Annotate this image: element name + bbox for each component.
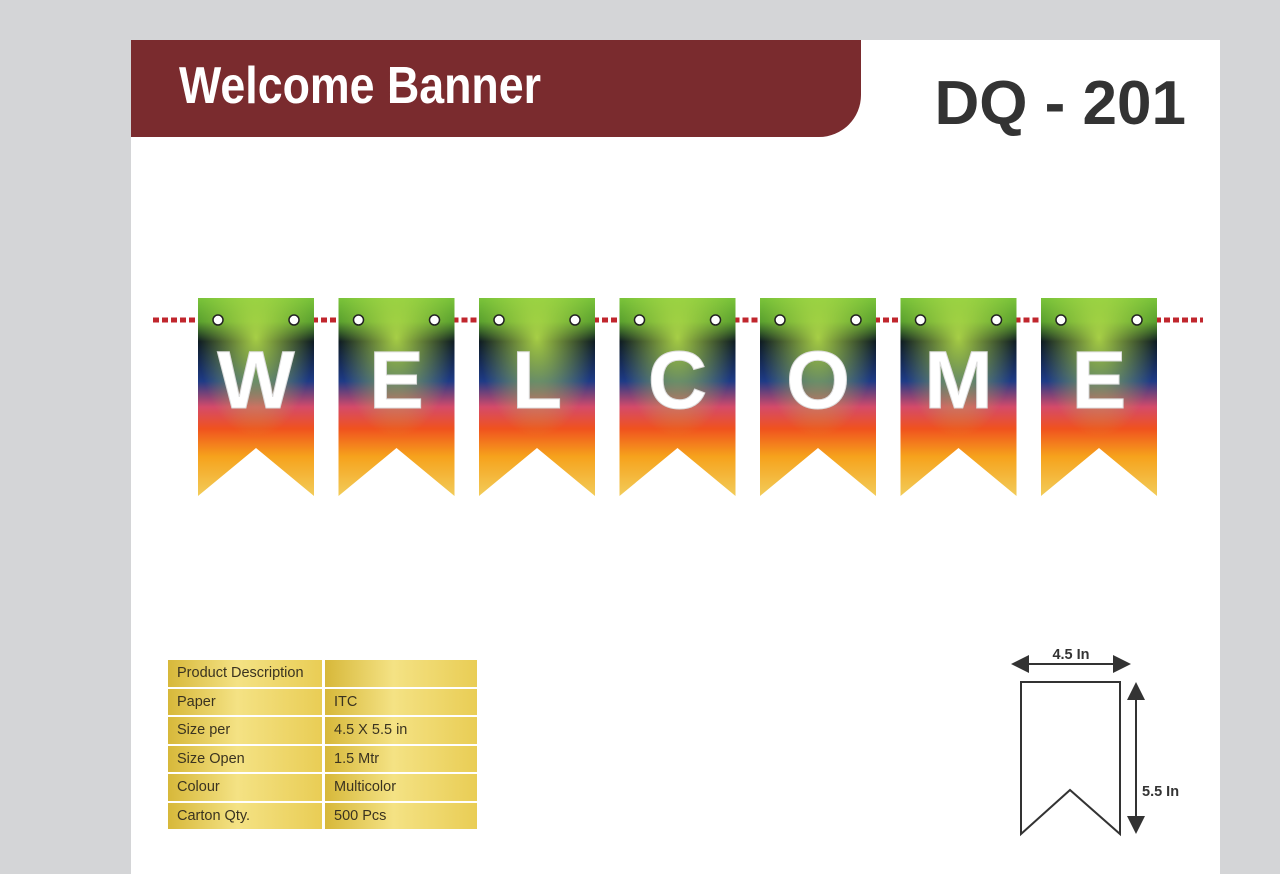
width-arrow-left-head: [1011, 655, 1029, 673]
grommet-hole: [850, 314, 862, 326]
grommet-hole: [212, 314, 224, 326]
grommet-hole: [428, 314, 441, 326]
grommet-hole: [1055, 314, 1067, 326]
grommet-hole: [914, 314, 927, 326]
pennant-flag: C: [619, 298, 736, 496]
pennant-letter: E: [1072, 335, 1127, 426]
spec-value: 4.5 X 5.5 in: [325, 717, 477, 746]
product-code: DQ - 201: [934, 69, 1186, 138]
spec-key: Paper: [168, 688, 325, 717]
pennant-letter: C: [648, 335, 707, 426]
spec-row: Colour Multicolor: [168, 774, 477, 803]
width-label: 4.5 In: [1052, 647, 1089, 663]
spec-key: Carton Qty.: [168, 802, 325, 831]
height-arrow-bottom-head: [1127, 816, 1145, 834]
spec-key: Size per: [168, 717, 325, 746]
pennant-letter: E: [369, 335, 424, 426]
spec-row: Carton Qty. 500 Pcs: [168, 802, 477, 831]
spec-key: Product Description: [168, 660, 325, 689]
flag-dimension-diagram: 4.5 In 5.5 In: [1011, 647, 1179, 837]
grommet-hole: [352, 314, 365, 326]
pennant-flag: W: [198, 298, 314, 496]
spec-row: Size Open 1.5 Mtr: [168, 745, 477, 774]
spec-row: Size per 4.5 X 5.5 in: [168, 717, 477, 746]
spec-value: 1.5 Mtr: [325, 745, 477, 774]
spec-key: Size Open: [168, 745, 325, 774]
welcome-garland-image: WELCOME: [153, 298, 1203, 496]
pennant-letter: M: [924, 335, 992, 426]
pennant-flag: L: [479, 298, 595, 496]
spec-row: Product Description: [168, 660, 477, 689]
grommet-hole: [288, 314, 300, 326]
grommet-hole: [493, 314, 505, 326]
spec-table: Product Description Paper ITC Size per 4.5 X…: [168, 660, 477, 831]
grommet-hole: [633, 314, 646, 326]
pennant-flag: E: [1041, 298, 1157, 496]
spec-row: Paper ITC: [168, 688, 477, 717]
page-title: Welcome Banner: [179, 57, 542, 115]
product-sheet: Welcome Banner DQ - 201 WELCOME Product …: [131, 40, 1220, 874]
pennant-letter: W: [217, 335, 295, 426]
grommet-hole: [569, 314, 581, 326]
grommet-hole: [709, 314, 722, 326]
pennant-letter: O: [786, 335, 850, 426]
height-label: 5.5 In: [1142, 784, 1179, 800]
flag-outline: [1020, 681, 1121, 837]
spec-value: [325, 660, 477, 689]
grommet-hole: [774, 314, 786, 326]
pennant-flag: E: [338, 298, 455, 496]
pennant-flag: M: [900, 298, 1017, 496]
width-arrow-right-head: [1113, 655, 1131, 673]
garland-flags: WELCOME: [198, 298, 1157, 496]
height-arrow-top-head: [1127, 682, 1145, 700]
pennant-letter: L: [512, 335, 562, 426]
spec-value: Multicolor: [325, 774, 477, 803]
spec-value: ITC: [325, 688, 477, 717]
grommet-hole: [1131, 314, 1143, 326]
spec-key: Colour: [168, 774, 325, 803]
grommet-hole: [990, 314, 1003, 326]
title-bar: Welcome Banner: [131, 40, 861, 137]
pennant-flag: O: [760, 298, 876, 496]
spec-value: 500 Pcs: [325, 802, 477, 831]
